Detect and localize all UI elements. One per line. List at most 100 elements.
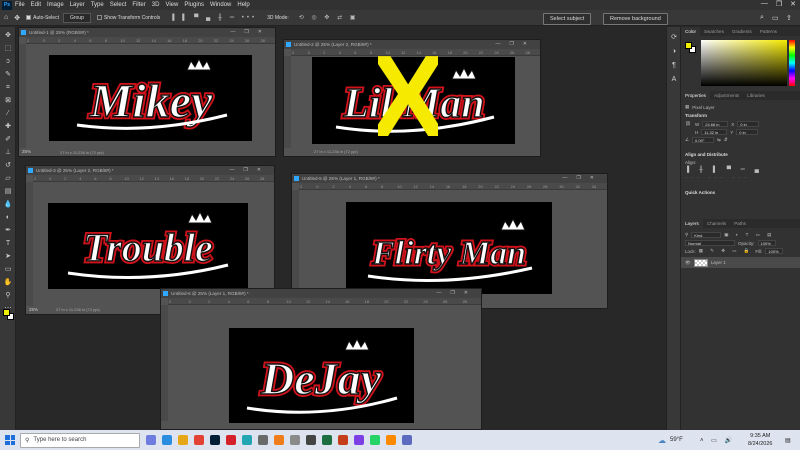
tab-libraries[interactable]: Libraries [743,93,769,98]
menu-file[interactable]: File [15,2,25,8]
stamp-icon[interactable]: ⊥ [3,148,13,158]
menu-filter[interactable]: Filter [132,2,145,8]
menu-edit[interactable]: Edit [31,2,41,8]
document-title-bar[interactable]: Untitled-3 @ 25% (Layer 2, RGB/8#) * —❐✕ [26,166,274,175]
tab-gradients[interactable]: Gradients [728,29,756,34]
adjust-panel-icon[interactable]: ◑ [669,47,679,57]
x-field[interactable]: 0 in [737,121,760,127]
document-title-bar[interactable]: Untitled-5 @ 25% (Layer 1, RGB/8#) * —❐✕ [292,174,607,183]
menu-layer[interactable]: Layer [70,2,85,8]
3d-mode-tools-icon[interactable]: ⟲ ◎ ✥ ⇄ ▣ [299,14,359,21]
tab-channels[interactable]: Channels [703,221,730,226]
transform-controls-checkbox[interactable]: Show Transform Controls [96,15,160,21]
fg-color-chip[interactable] [685,42,692,49]
tab-adjustments[interactable]: Adjustments [710,93,743,98]
app-icon-8[interactable] [386,435,396,445]
edge-icon[interactable] [162,435,172,445]
workspace-icon[interactable]: ▭ [772,14,779,22]
system-tray-icons[interactable]: ˄ ▭ 🔊 [700,437,735,444]
document-title-bar[interactable]: Untitled-6 @ 25% (Layer 1, RGB/8#) * —❐✕ [161,289,481,298]
auto-select-checkbox[interactable]: Auto-Select [26,15,59,21]
link-icon[interactable]: ⛓ [685,121,692,127]
windows-start-icon[interactable] [5,435,15,445]
crop-icon[interactable]: ⌗ [3,83,13,93]
whatsapp-icon[interactable] [370,435,380,445]
distribute-buttons-icon[interactable]: ··· ··· ··· [681,174,800,182]
marquee-icon[interactable]: ⬚ [3,44,13,54]
chrome-icon[interactable] [194,435,204,445]
move-tool-icon[interactable]: ✥ [14,14,20,22]
tab-layers[interactable]: Layers [681,219,703,228]
document-canvas[interactable]: DeJay DeJay [229,328,414,423]
type-icon[interactable]: T [3,239,13,249]
select-subject-button[interactable]: Select subject [543,13,592,25]
history-panel-icon[interactable]: ⟳ [669,33,679,43]
weather-icon[interactable]: ☁ [658,436,666,445]
height-field[interactable]: 11.32 in [701,129,728,135]
app-icon-3[interactable] [274,435,284,445]
doc-window-controls-icon[interactable]: —❐✕ [436,289,477,298]
flip-horizontal-icon[interactable]: ⇋ [717,137,721,143]
excel-icon[interactable] [322,435,332,445]
document-title-bar[interactable]: Untitled-1 @ 25% (RGB/8#) * —❐✕ [19,28,275,37]
restore-icon[interactable]: ❐ [776,0,782,8]
app-icon-1[interactable] [242,435,252,445]
menu-plugins[interactable]: Plugins [184,2,204,8]
lock-icons[interactable]: ▦ ✎ ✥ ▭ 🔒 [699,248,753,254]
menu-help[interactable]: Help [237,2,249,8]
layer-row[interactable]: 👁 Layer 1 [681,257,800,268]
y-field[interactable]: 0 in [736,129,759,135]
path-select-icon[interactable]: ➤ [3,252,13,262]
tab-patterns[interactable]: Patterns [756,29,781,34]
zoom-icon[interactable]: ⚲ [3,291,13,301]
flip-vertical-icon[interactable]: ⇵ [724,137,728,143]
doc-window-controls-icon[interactable]: —❐✕ [562,174,603,183]
transform-section-title[interactable]: Transform [681,111,800,120]
menu-view[interactable]: View [165,2,178,8]
menu-type[interactable]: Type [91,2,104,8]
clock[interactable]: 9:35 AM 8/24/2026 [748,432,772,448]
align-buttons-icon[interactable]: ▐ ╫ ▌ ▀ ═ ▄ [681,166,800,174]
home-icon[interactable]: ⌂ [4,14,8,21]
move-icon[interactable]: ✥ [3,31,13,41]
eyedropper-icon[interactable]: ⁄ [3,109,13,119]
tab-properties[interactable]: Properties [681,91,710,100]
healing-icon[interactable]: ✚ [3,122,13,132]
dodge-icon[interactable]: ◐ [3,213,13,223]
tab-paths[interactable]: Paths [730,221,750,226]
foreground-color-swatch[interactable] [3,309,10,316]
auto-select-target-dropdown[interactable]: Group [62,12,91,23]
gradient-icon[interactable]: ▤ [3,187,13,197]
remove-background-button[interactable]: Remove background [603,13,668,25]
file-explorer-icon[interactable] [178,435,188,445]
character-panel-icon[interactable]: A [669,75,679,85]
notification-icon[interactable]: ▤ [785,437,791,444]
frame-icon[interactable]: ⊠ [3,96,13,106]
share-icon[interactable]: ⇪ [786,14,792,22]
fill-field[interactable]: 100% [765,248,784,254]
align-section-title[interactable]: Align and Distribute [681,150,800,159]
task-view-icon[interactable] [146,435,156,445]
taskbar-search-box[interactable]: ⚲ Type here to search [20,432,140,448]
tab-swatches[interactable]: Swatches [700,29,728,34]
menu-image[interactable]: Image [47,2,64,8]
quick-actions-title[interactable]: Quick Actions [681,188,800,197]
shape-icon[interactable]: ▭ [3,265,13,275]
minimize-icon[interactable]: — [761,0,768,8]
doc-window-controls-icon[interactable]: —❐✕ [230,28,271,37]
photoshop-logo-icon[interactable]: Ps [2,0,12,10]
zoom-level[interactable]: 25% [22,148,31,156]
app-icon-6[interactable] [338,435,348,445]
tab-color[interactable]: Color [681,27,700,36]
menu-select[interactable]: Select [110,2,127,8]
hue-slider[interactable] [789,40,795,86]
document-canvas[interactable]: Flirty Man Flirty Man [346,202,552,294]
brush-icon[interactable]: ✐ [3,135,13,145]
history-brush-icon[interactable]: ↺ [3,161,13,171]
app-icon-7[interactable] [354,435,364,445]
width-field[interactable]: 24.66 in [702,121,729,127]
blend-mode-dropdown[interactable]: Normal [685,240,735,246]
document-window-5[interactable]: Untitled-6 @ 25% (Layer 1, RGB/8#) * —❐✕ … [160,288,482,430]
document-canvas[interactable]: Mikey Mikey [49,55,252,141]
acrobat-icon[interactable] [226,435,236,445]
